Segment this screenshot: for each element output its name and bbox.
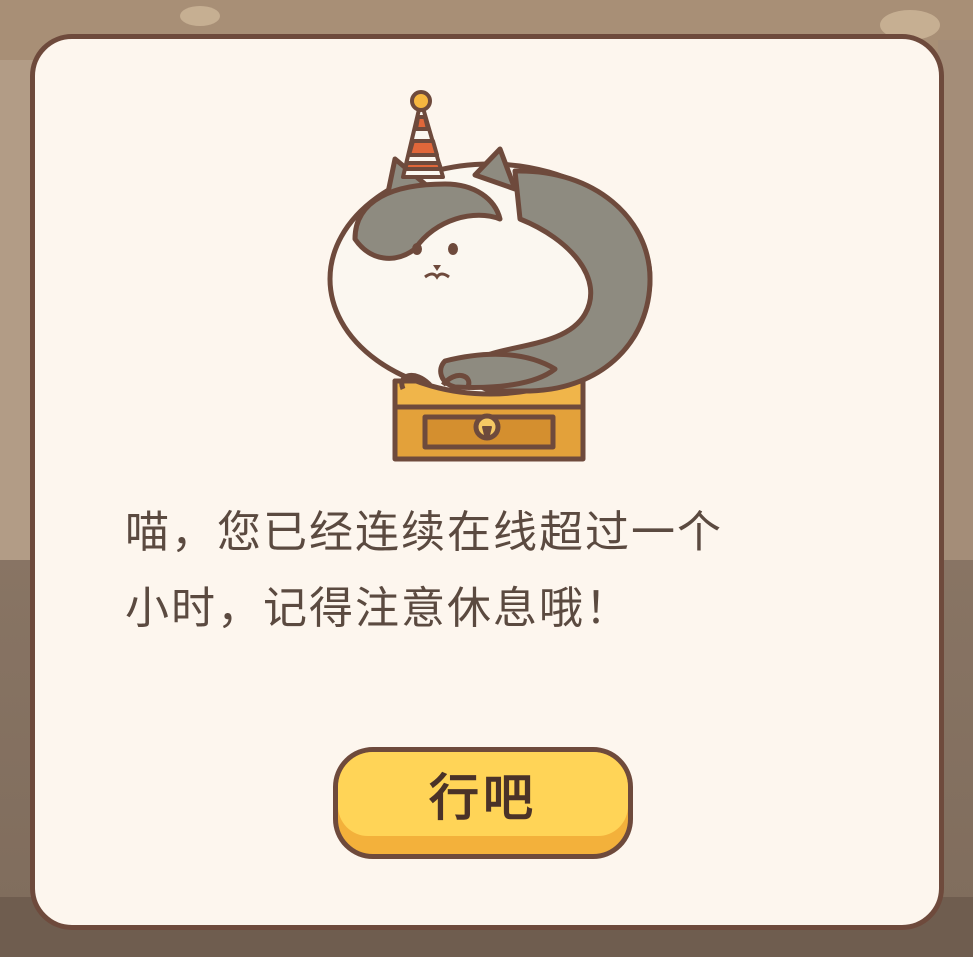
rest-reminder-message: 喵，您已经连续在线超过一个 小时，记得注意休息哦！ bbox=[125, 495, 865, 647]
message-line-1: 喵，您已经连续在线超过一个 bbox=[125, 507, 723, 558]
confirm-button[interactable]: 行吧 bbox=[333, 747, 633, 859]
party-hat-icon bbox=[401, 90, 445, 179]
rest-reminder-dialog: 喵，您已经连续在线超过一个 小时，记得注意休息哦！ 行吧 bbox=[30, 34, 944, 930]
cat-body bbox=[327, 146, 653, 397]
background-ornament bbox=[180, 6, 220, 26]
confirm-button-face: 行吧 bbox=[338, 752, 628, 836]
message-line-2: 小时，记得注意休息哦！ bbox=[125, 583, 631, 634]
confirm-button-label: 行吧 bbox=[429, 769, 537, 827]
cat-in-party-hat-on-treasure-chest-icon bbox=[327, 90, 653, 462]
